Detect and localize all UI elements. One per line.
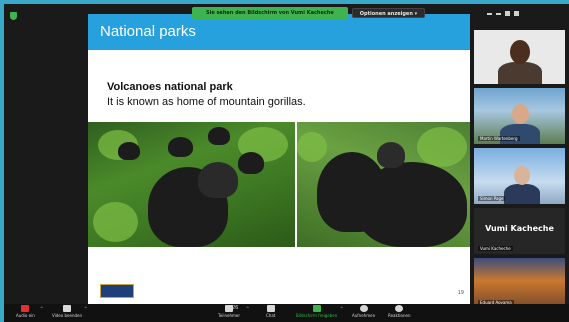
share-status-text: Sie sehen den Bildschirm von Vumi Kachec… (192, 7, 348, 19)
participant-name: Vumi Kacheche (478, 246, 513, 251)
slide-header-bar: National parks (88, 14, 470, 50)
participant-tile[interactable]: Martin Wartenberg (474, 88, 565, 144)
view-controls (487, 11, 519, 16)
participants-count: 26 (232, 305, 239, 311)
participant-body (500, 124, 540, 144)
gorilla (208, 127, 230, 145)
foliage (297, 132, 327, 162)
share-label: Bildschirm freigeben (296, 313, 338, 318)
slide-subtitle: It is known as home of mountain gorillas… (107, 96, 306, 108)
security-shield-icon[interactable] (10, 12, 17, 20)
participant-tile[interactable]: Vumi Kacheche Vumi Kacheche (474, 208, 565, 254)
meeting-toolbar: Audio ein ^ Video beenden ^ Teilnehmer 2… (4, 304, 569, 322)
record-label: Aufnehmen (352, 313, 376, 318)
smiley-face-icon (395, 305, 404, 312)
mute-button[interactable]: Audio ein (16, 305, 35, 318)
participants-options-caret-icon[interactable]: ^ (246, 306, 249, 311)
foliage (93, 202, 138, 242)
speaker-view-icon[interactable] (505, 11, 510, 16)
share-options-caret-icon[interactable]: ^ (340, 306, 343, 311)
record-icon (359, 305, 368, 312)
view-options-label: Optionen anzeigen (359, 11, 413, 17)
stop-video-button[interactable]: Video beenden (52, 305, 82, 318)
microphone-muted-icon (21, 305, 30, 312)
participants-label: Teilnehmer (218, 313, 240, 318)
video-camera-icon (63, 305, 71, 312)
participant-body (498, 62, 542, 84)
participant-body (504, 184, 540, 204)
gorilla (168, 137, 193, 157)
participant-name: Simon Page (478, 196, 506, 201)
participant-tile[interactable] (474, 30, 565, 84)
chat-label: Chat (266, 313, 276, 318)
chat-button[interactable]: Chat (266, 305, 275, 318)
gorilla-body (357, 162, 467, 247)
baby-gorilla (377, 142, 405, 168)
participant-tile[interactable]: Eduard Aoyama (474, 258, 565, 308)
share-screen-icon (312, 305, 321, 312)
slide-page-number: 19 (457, 290, 464, 296)
participant-name: Martin Wartenberg (478, 136, 520, 141)
reactions-button[interactable]: Reaktionen (388, 305, 411, 318)
minimize-icon[interactable] (487, 13, 492, 15)
shared-slide: National parks Volcanoes national park I… (88, 14, 470, 304)
gallery-view-icon[interactable] (514, 11, 519, 16)
gorilla-group-photo (88, 122, 295, 247)
audio-options-caret-icon[interactable]: ^ (40, 306, 43, 311)
mute-label: Audio ein (16, 313, 35, 318)
foliage (417, 127, 467, 167)
participant-head (510, 40, 530, 64)
share-screen-button[interactable]: Bildschirm freigeben (296, 305, 337, 318)
minus-icon[interactable] (496, 13, 501, 15)
slide-heading: Volcanoes national park (107, 81, 233, 93)
screen-share-banner: Sie sehen den Bildschirm von Vumi Kachec… (192, 7, 426, 19)
gorilla-head (198, 162, 238, 198)
gorilla (238, 152, 264, 174)
video-options-caret-icon[interactable]: ^ (84, 306, 87, 311)
video-label: Video beenden (52, 313, 83, 318)
gorilla-mother-photo (297, 122, 470, 247)
participant-head (514, 166, 530, 185)
gorilla (118, 142, 140, 160)
record-button[interactable]: Aufnehmen (352, 305, 375, 318)
chat-bubble-icon (266, 305, 275, 312)
participant-big-name: Vumi Kacheche (485, 224, 554, 233)
view-options-button[interactable]: Optionen anzeigen ▾ (351, 8, 426, 18)
university-logo (100, 284, 134, 298)
participant-tile[interactable]: Simon Page (474, 148, 565, 204)
reactions-label: Reaktionen (388, 313, 411, 318)
participant-head (512, 104, 529, 124)
slide-title: National parks (100, 23, 196, 40)
